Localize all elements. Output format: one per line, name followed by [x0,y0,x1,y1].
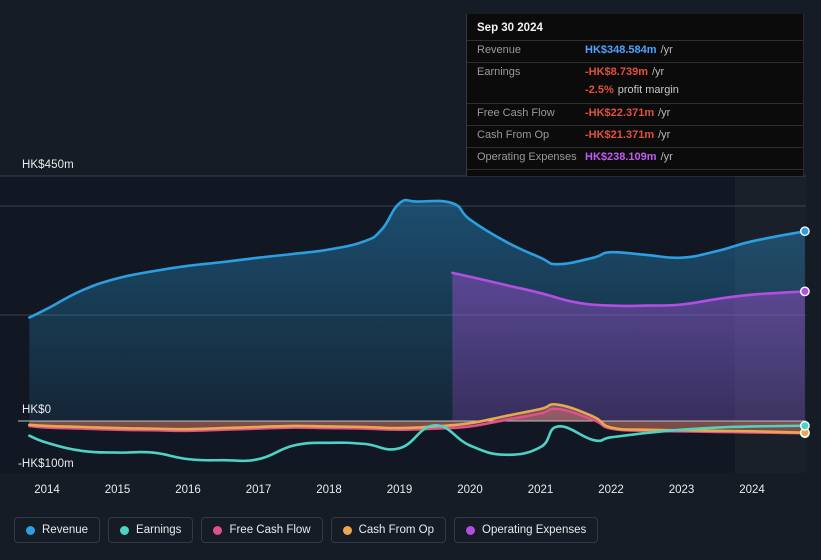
legend-item-operating-expenses[interactable]: Operating Expenses [454,517,599,543]
tooltip-row-label: Operating Expenses [477,151,577,163]
tooltip-row-label: Revenue [477,44,522,56]
tooltip-row-unit: /yr [658,129,671,141]
x-axis-tick-2020: 2020 [457,484,483,496]
tooltip-row-unit: /yr [660,151,673,163]
x-axis-tick-2016: 2016 [175,484,201,496]
legend-item-free-cash-flow[interactable]: Free Cash Flow [201,517,323,543]
tooltip-row-cash-from-op: Cash From Op -HK$21.371m/yr [467,125,803,147]
x-axis: 2014 2015 2016 2017 2018 2019 2020 2021 2022 2023… [0,484,821,502]
legend-item-label: Revenue [42,524,89,536]
tooltip-title: Sep 30 2024 [477,22,543,34]
tooltip-row-value: -HK$21.371m [585,129,655,141]
legend-color-dot-icon [213,525,223,535]
tooltip-row-operating-expenses: Operating Expenses HK$238.109m/yr [467,147,803,169]
legend-item-label: Cash From Op [358,524,435,536]
tooltip-rows: Revenue HK$348.584m/yr Earnings -HK$8.739m /… [467,40,803,169]
tooltip-row-unit: /yr [651,66,665,78]
data-tooltip: Sep 30 2024 Revenue HK$348.584m/yr Earning… [466,14,804,176]
legend-item-label: Operating Expenses [482,524,587,536]
x-axis-tick-2014: 2014 [34,484,60,496]
y-axis-label-top: HK$450m [22,159,74,171]
y-axis-label-zero: HK$0 [22,404,52,416]
x-axis-tick-2021: 2021 [527,484,554,496]
x-axis-tick-2015: 2015 [104,484,131,496]
tooltip-row-label: Free Cash Flow [477,107,555,119]
tooltip-row-revenue: Revenue HK$348.584m/yr [467,40,803,62]
legend-color-dot-icon [466,525,476,535]
tooltip-row-free-cash-flow: Free Cash Flow -HK$22.371m/yr [467,103,803,125]
tooltip-row-value: -HK$22.371m [585,107,655,119]
x-axis-tick-2018: 2018 [316,484,342,496]
financial-chart: HK$450m HK$0 -HK$100m 2014 2015 2016 2017 20… [0,0,821,560]
tooltip-row-label: Cash From Op [477,129,550,141]
tooltip-row-value: HK$238.109m [585,151,657,163]
tooltip-row-label: Earnings [477,66,521,78]
tooltip-footer [467,169,803,176]
legend-item-label: Earnings [136,524,182,536]
chart-legend: Revenue Earnings Free Cash Flow Cash From O… [14,517,599,543]
x-axis-tick-2024: 2024 [739,484,765,496]
legend-color-dot-icon [342,525,352,535]
tooltip-margin-value: -2.5% [585,84,614,96]
tooltip-row-unit: /yr [658,107,671,119]
tooltip-row-value: HK$348.584m [585,44,657,56]
tooltip-row-profit-margin: -2.5% profit margin [467,84,803,103]
y-axis-label-bottom: -HK$100m [18,458,74,470]
x-axis-tick-2017: 2017 [245,484,272,496]
legend-item-earnings[interactable]: Earnings [108,517,194,543]
x-axis-tick-2022: 2022 [598,484,624,496]
x-axis-tick-2019: 2019 [386,484,413,496]
legend-color-dot-icon [120,525,130,535]
legend-item-revenue[interactable]: Revenue [14,517,101,543]
legend-item-cash-from-op[interactable]: Cash From Op [330,517,447,543]
tooltip-row-earnings: Earnings -HK$8.739m/yr [467,62,803,84]
legend-item-label: Free Cash Flow [229,524,311,536]
legend-color-dot-icon [26,525,35,535]
tooltip-margin-text: profit margin [617,84,679,96]
tooltip-row-value: -HK$8.739m [585,66,648,78]
x-axis-tick-2023: 2023 [668,484,695,496]
tooltip-row-unit: /yr [660,44,673,56]
